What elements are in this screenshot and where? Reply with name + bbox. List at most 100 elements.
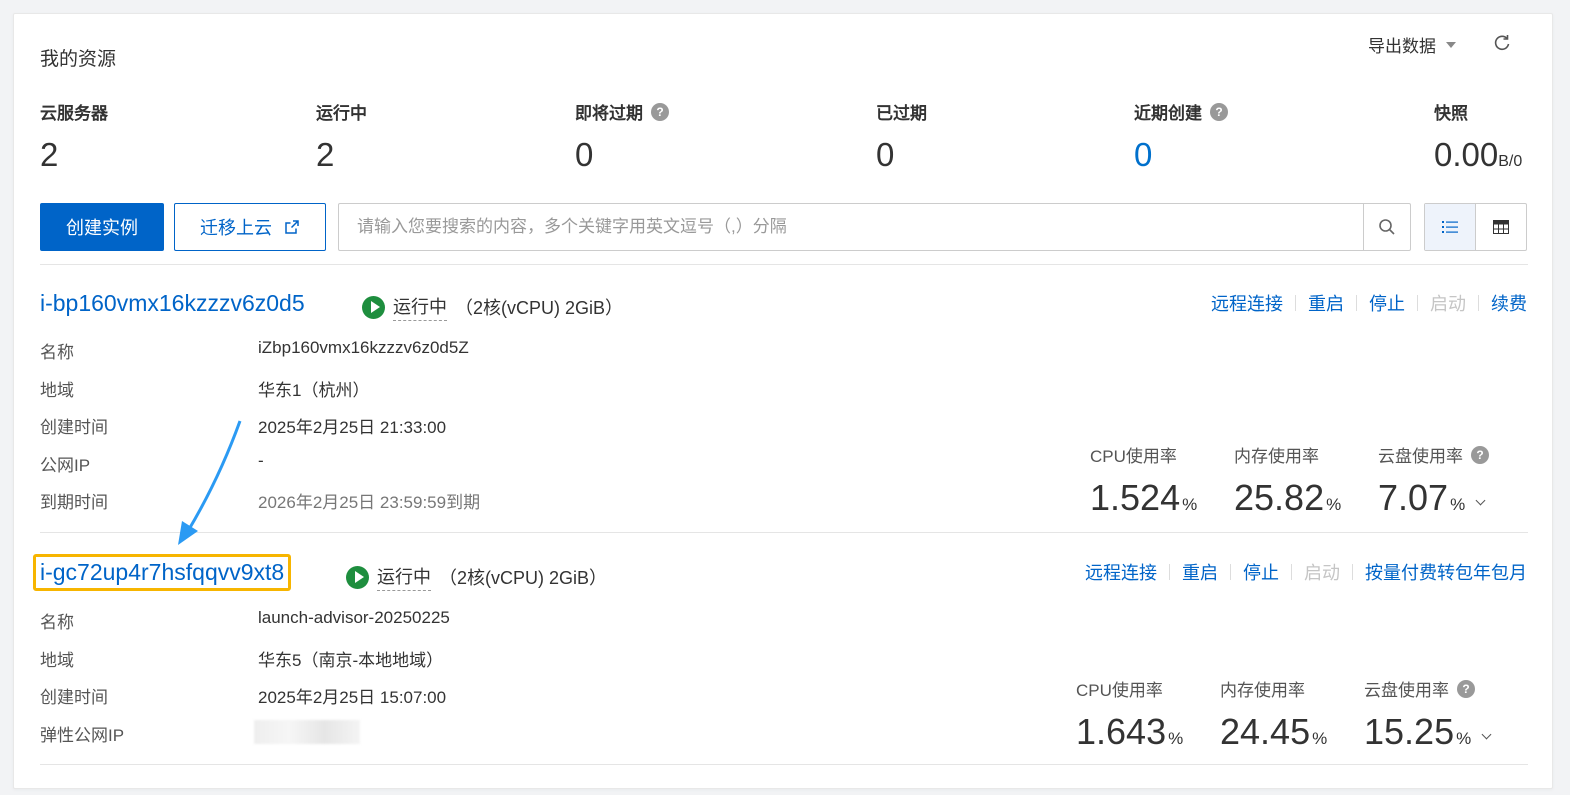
separator xyxy=(1356,295,1357,311)
field-label: 到期时间 xyxy=(40,493,108,512)
metric-disk: 云盘使用率? 7.07% xyxy=(1378,442,1489,519)
list-view-button[interactable] xyxy=(1425,204,1476,250)
field-label: 地域 xyxy=(40,651,74,670)
stat-value: 0.00 xyxy=(1434,136,1499,173)
stat-label: 已过期 xyxy=(876,104,927,123)
redacted-ip xyxy=(254,720,360,744)
metric-label: 云盘使用率 xyxy=(1378,447,1463,466)
divider xyxy=(40,532,1528,533)
help-icon[interactable]: ? xyxy=(651,102,669,121)
search-button[interactable] xyxy=(1363,204,1410,250)
instance-id-link[interactable]: i-gc72up4r7hsfqqvv9xt8 xyxy=(33,554,292,591)
stat-label: 近期创建 xyxy=(1134,104,1202,123)
search-box xyxy=(338,203,1411,251)
metric-cpu: CPU使用率 1.643% xyxy=(1076,676,1183,753)
status-label[interactable]: 运行中 xyxy=(377,563,431,591)
stat-value: 0 xyxy=(876,136,895,173)
stat-running[interactable]: 运行中 2 xyxy=(316,99,367,174)
metric-cpu: CPU使用率 1.524% xyxy=(1090,442,1197,519)
stat-label: 即将过期 xyxy=(575,104,643,123)
metric-label: CPU使用率 xyxy=(1090,447,1177,466)
list-icon xyxy=(1442,221,1458,233)
restart-action[interactable]: 重启 xyxy=(1182,559,1218,585)
stat-value: 2 xyxy=(316,136,335,173)
metric-unit: % xyxy=(1182,495,1198,514)
metric-value: 15.25 xyxy=(1364,711,1455,752)
separator xyxy=(1478,295,1479,311)
metric-label: 内存使用率 xyxy=(1220,681,1305,700)
migrate-label: 迁移上云 xyxy=(200,218,272,238)
help-icon[interactable]: ? xyxy=(1471,445,1489,464)
separator xyxy=(1291,564,1292,580)
refresh-icon[interactable] xyxy=(1492,33,1512,53)
migrate-to-cloud-button[interactable]: 迁移上云 xyxy=(174,203,326,251)
stat-snapshot[interactable]: 快照 0.00B/0 xyxy=(1434,99,1522,174)
field-label: 弹性公网IP xyxy=(40,726,125,745)
view-toggle xyxy=(1424,203,1527,251)
chevron-down-icon[interactable] xyxy=(1481,729,1492,740)
stat-recent[interactable]: 近期创建? 0 xyxy=(1134,99,1228,174)
help-icon[interactable]: ? xyxy=(1210,102,1228,121)
metric-value: 25.82 xyxy=(1234,477,1325,518)
stat-label: 运行中 xyxy=(316,104,367,123)
stat-value: 0 xyxy=(575,136,594,173)
create-instance-button[interactable]: 创建实例 xyxy=(40,203,164,251)
stop-action[interactable]: 停止 xyxy=(1369,290,1405,316)
metric-value: 1.524 xyxy=(1090,477,1181,518)
stat-servers[interactable]: 云服务器 2 xyxy=(40,99,108,174)
separator xyxy=(1295,295,1296,311)
instance-spec: （2核(vCPU) 2GiB） xyxy=(455,298,624,318)
field-label: 名称 xyxy=(40,343,74,362)
divider xyxy=(40,264,1528,265)
running-icon xyxy=(362,295,385,319)
remote-connect-action[interactable]: 远程连接 xyxy=(1211,290,1283,316)
table-icon xyxy=(1493,220,1509,234)
separator xyxy=(1417,295,1418,311)
field-value: 2025年2月25日 21:33:00 xyxy=(258,418,447,437)
help-icon[interactable]: ? xyxy=(1457,679,1475,698)
start-action[interactable]: 启动 xyxy=(1430,290,1466,316)
field-label: 创建时间 xyxy=(40,688,108,707)
stat-expiring[interactable]: 即将过期? 0 xyxy=(575,99,669,174)
metric-disk: 云盘使用率? 15.25% xyxy=(1364,676,1492,753)
stat-value: 2 xyxy=(40,136,59,173)
convert-billing-action[interactable]: 按量付费转包年包月 xyxy=(1365,559,1527,585)
export-data-dropdown[interactable]: 导出数据 xyxy=(1368,32,1456,57)
metric-unit: % xyxy=(1456,729,1472,748)
field-label: 地域 xyxy=(40,381,74,400)
metric-unit: % xyxy=(1168,729,1184,748)
stop-action[interactable]: 停止 xyxy=(1243,559,1279,585)
restart-action[interactable]: 重启 xyxy=(1308,290,1344,316)
field-value: launch-advisor-20250225 xyxy=(258,608,450,627)
metric-unit: % xyxy=(1312,729,1328,748)
stat-value: 0 xyxy=(1134,136,1153,173)
field-value: 2026年2月25日 23:59:59到期 xyxy=(258,493,481,512)
renew-action[interactable]: 续费 xyxy=(1491,290,1527,316)
start-action[interactable]: 启动 xyxy=(1304,559,1340,585)
remote-connect-action[interactable]: 远程连接 xyxy=(1085,559,1157,585)
field-label: 名称 xyxy=(40,613,74,632)
stat-expired[interactable]: 已过期 0 xyxy=(876,99,927,174)
field-value: iZbp160vmx16kzzzv6z0d5Z xyxy=(258,338,469,357)
field-value: 2025年2月25日 15:07:00 xyxy=(258,688,447,707)
separator xyxy=(1169,564,1170,580)
field-value: 华东1（杭州） xyxy=(258,381,370,400)
metric-unit: % xyxy=(1450,495,1466,514)
field-value: 华东5（南京-本地地域） xyxy=(258,651,444,670)
instance-actions: 远程连接 重启 停止 启动 续费 xyxy=(1211,290,1527,316)
instance-spec: （2核(vCPU) 2GiB） xyxy=(439,568,608,588)
metric-unit: % xyxy=(1326,495,1342,514)
instance-actions: 远程连接 重启 停止 启动 按量付费转包年包月 xyxy=(1085,559,1527,585)
resource-card: 我的资源 导出数据 云服务器 2 运行中 2 即将过期? 0 已过期 0 近期创… xyxy=(13,13,1553,789)
search-input[interactable] xyxy=(339,204,1363,250)
status-label[interactable]: 运行中 xyxy=(393,293,447,321)
running-icon xyxy=(346,565,369,589)
metric-label: CPU使用率 xyxy=(1076,681,1163,700)
metric-value: 24.45 xyxy=(1220,711,1311,752)
external-link-icon xyxy=(285,220,299,234)
chevron-down-icon[interactable] xyxy=(1475,495,1486,506)
separator xyxy=(1352,564,1353,580)
table-view-button[interactable] xyxy=(1476,204,1526,250)
stat-unit: B/0 xyxy=(1498,153,1523,170)
instance-id-link[interactable]: i-bp160vmx16kzzzv6z0d5 xyxy=(40,290,305,317)
